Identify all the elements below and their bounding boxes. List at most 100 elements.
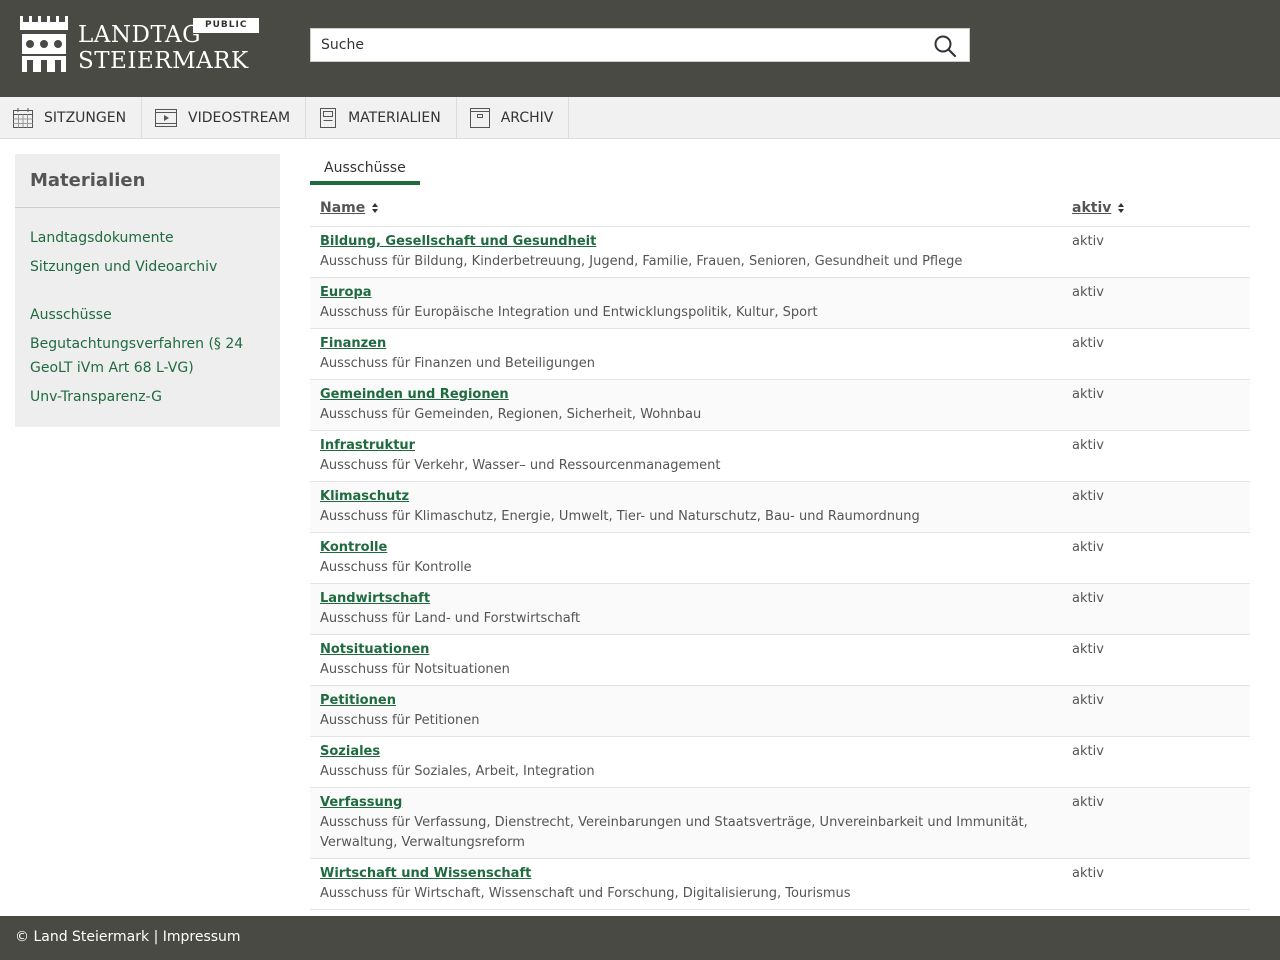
sort-icon <box>372 202 379 213</box>
row-description: Ausschuss für Europäische Integration un… <box>320 305 818 320</box>
row-title-link[interactable]: Finanzen <box>320 336 1052 352</box>
cell-status: aktiv <box>1072 866 1104 881</box>
cell-name: Klimaschutz Ausschuss für Klimaschutz, E… <box>310 489 1062 527</box>
row-description: Ausschuss für Land- und Forstwirtschaft <box>320 611 581 626</box>
row-title-link[interactable]: Kontrolle <box>320 540 1052 556</box>
tab-ausschuesse[interactable]: Ausschüsse <box>310 154 420 185</box>
calendar-icon <box>13 107 33 128</box>
nav-label-videostream: Videostream <box>188 109 291 126</box>
row-description: Ausschuss für Kontrolle <box>320 560 472 575</box>
nav-label-materialien: Materialien <box>348 109 441 126</box>
cell-name: Finanzen Ausschuss für Finanzen und Bete… <box>310 336 1062 374</box>
row-title-link[interactable]: Wirtschaft und Wissenschaft <box>320 866 1052 882</box>
sidebar-link-sitzungen-videoarchiv[interactable]: Sitzungen und Videoarchiv <box>30 255 265 279</box>
table-row: Bildung, Gesellschaft und Gesundheit Aus… <box>310 227 1250 278</box>
table-row: Infrastruktur Ausschuss für Verkehr, Was… <box>310 431 1250 482</box>
nav-sitzungen[interactable]: Sitzungen <box>0 97 143 138</box>
document-icon <box>320 107 337 128</box>
row-description: Ausschuss für Bildung, Kinderbetreuung, … <box>320 254 963 269</box>
row-description: Ausschuss für Klimaschutz, Energie, Umwe… <box>320 509 920 524</box>
row-title-link[interactable]: Gemeinden und Regionen <box>320 387 1052 403</box>
table-row: Gemeinden und Regionen Ausschuss für Gem… <box>310 380 1250 431</box>
cell-name: Soziales Ausschuss für Soziales, Arbeit,… <box>310 744 1062 782</box>
table-row: Europa Ausschuss für Europäische Integra… <box>310 278 1250 329</box>
landtag-building-icon <box>20 16 68 72</box>
cell-status: aktiv <box>1072 489 1104 504</box>
archive-icon <box>469 107 490 128</box>
column-header-name-label: Name <box>320 199 366 216</box>
cell-status: aktiv <box>1072 795 1104 810</box>
cell-status: aktiv <box>1072 234 1104 249</box>
sidebar-link-landtagsdokumente[interactable]: Landtagsdokumente <box>30 226 265 250</box>
row-title-link[interactable]: Infrastruktur <box>320 438 1052 454</box>
row-title-link[interactable]: Verfassung <box>320 795 1052 811</box>
cell-name: Wirtschaft und Wissenschaft Ausschuss fü… <box>310 866 1062 904</box>
row-title-link[interactable]: Klimaschutz <box>320 489 1052 505</box>
search-box <box>310 28 970 62</box>
row-title-link[interactable]: Notsituationen <box>320 642 1052 658</box>
footer-copyright: © Land Steiermark <box>15 929 150 945</box>
table-row: Wirtschaft und Wissenschaft Ausschuss fü… <box>310 859 1250 910</box>
nav-label-archiv: Archiv <box>500 109 554 126</box>
row-description: Ausschuss für Gemeinden, Regionen, Siche… <box>320 407 702 422</box>
site-footer: © Land Steiermark | Impressum <box>0 916 1280 960</box>
cell-name: Kontrolle Ausschuss für Kontrolle <box>310 540 1062 578</box>
site-header: LANDTAG STEIERMARK PUBLIC <box>0 0 1280 97</box>
table-header: Name aktiv <box>310 189 1250 227</box>
site-logo[interactable]: LANDTAG STEIERMARK PUBLIC <box>20 16 260 76</box>
cell-name: Petitionen Ausschuss für Petitionen <box>310 693 1062 731</box>
cell-name: Gemeinden und Regionen Ausschuss für Gem… <box>310 387 1062 425</box>
table-row: Finanzen Ausschuss für Finanzen und Bete… <box>310 329 1250 380</box>
column-header-aktiv[interactable]: aktiv <box>1062 200 1125 216</box>
nav-materialien[interactable]: Materialien <box>306 97 457 138</box>
column-header-name[interactable]: Name <box>310 200 1062 216</box>
sort-icon <box>1118 202 1125 213</box>
row-description: Ausschuss für Verkehr, Wasser– und Resso… <box>320 458 721 473</box>
main-nav: Sitzungen Videostream Materialien Archiv <box>0 97 1280 139</box>
cell-name: Europa Ausschuss für Europäische Integra… <box>310 285 1062 323</box>
sidebar-link-ausschuesse[interactable]: Ausschüsse <box>30 303 265 327</box>
cell-status: aktiv <box>1072 642 1104 657</box>
sidebar-title: Materialien <box>15 154 280 208</box>
row-title-link[interactable]: Petitionen <box>320 693 1052 709</box>
nav-videostream[interactable]: Videostream <box>142 97 307 138</box>
table-row: Notsituationen Ausschuss für Notsituatio… <box>310 635 1250 686</box>
logo-line-2: STEIERMARK <box>78 48 249 74</box>
table-row: Klimaschutz Ausschuss für Klimaschutz, E… <box>310 482 1250 533</box>
row-description: Ausschuss für Notsituationen <box>320 662 510 677</box>
cell-status: aktiv <box>1072 387 1104 402</box>
cell-status: aktiv <box>1072 336 1104 351</box>
search-icon[interactable] <box>933 34 957 58</box>
row-description: Ausschuss für Finanzen und Beteiligungen <box>320 356 595 371</box>
row-description: Ausschuss für Verfassung, Dienstrecht, V… <box>320 815 1028 850</box>
row-description: Ausschuss für Petitionen <box>320 713 480 728</box>
cell-status: aktiv <box>1072 540 1104 555</box>
sidebar: Materialien Landtagsdokumente Sitzungen … <box>15 154 280 427</box>
cell-name: Landwirtschaft Ausschuss für Land- und F… <box>310 591 1062 629</box>
video-icon <box>155 108 178 127</box>
cell-status: aktiv <box>1072 438 1104 453</box>
impressum-link[interactable]: Impressum <box>163 929 241 945</box>
cell-status: aktiv <box>1072 744 1104 759</box>
search-input[interactable] <box>311 29 911 61</box>
row-title-link[interactable]: Bildung, Gesellschaft und Gesundheit <box>320 234 1052 250</box>
table-body: Bildung, Gesellschaft und Gesundheit Aus… <box>310 227 1250 910</box>
table-row: Verfassung Ausschuss für Verfassung, Die… <box>310 788 1250 859</box>
row-description: Ausschuss für Wirtschaft, Wissenschaft u… <box>320 886 851 901</box>
cell-status: aktiv <box>1072 285 1104 300</box>
sidebar-links: Landtagsdokumente Sitzungen und Videoarc… <box>15 208 280 409</box>
sidebar-link-unv-transparenz[interactable]: Unv-Transparenz-G <box>30 385 265 409</box>
nav-label-sitzungen: Sitzungen <box>44 109 127 126</box>
row-title-link[interactable]: Landwirtschaft <box>320 591 1052 607</box>
table-row: Soziales Ausschuss für Soziales, Arbeit,… <box>310 737 1250 788</box>
nav-archiv[interactable]: Archiv <box>457 97 570 138</box>
cell-name: Bildung, Gesellschaft und Gesundheit Aus… <box>310 234 1062 272</box>
cell-status: aktiv <box>1072 591 1104 606</box>
public-badge: PUBLIC <box>193 18 260 33</box>
sidebar-link-begutachtungsverfahren[interactable]: Begutachtungsverfahren (§ 24 GeoLT iVm A… <box>30 332 265 380</box>
row-title-link[interactable]: Europa <box>320 285 1052 301</box>
footer-separator: | <box>153 929 159 945</box>
cell-status: aktiv <box>1072 693 1104 708</box>
row-title-link[interactable]: Soziales <box>320 744 1052 760</box>
